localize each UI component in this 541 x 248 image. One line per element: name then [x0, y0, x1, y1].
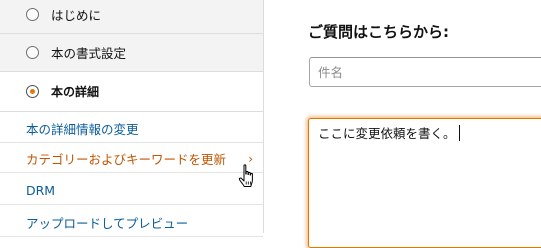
- radio-book-details[interactable]: [26, 85, 39, 98]
- link-update-categories-keywords[interactable]: カテゴリーおよびキーワードを更新 ›: [0, 144, 263, 173]
- page-title: ご質問はこちらから:: [308, 23, 449, 41]
- sidebar: はじめに 本の書式設定 本の詳細 本の詳細情報の変更 カテゴリーおよびキーワード…: [0, 0, 264, 237]
- subject-input[interactable]: [309, 57, 541, 87]
- step-label-book-details: 本の詳細: [51, 85, 100, 99]
- link-upload-preview[interactable]: アップロードしてプレビュー: [0, 208, 263, 237]
- message-text: ここに変更依頼を書く。: [318, 126, 456, 141]
- step-book-details[interactable]: 本の詳細: [0, 72, 263, 112]
- hand-pointer-cursor-icon: [238, 164, 253, 187]
- link-update-categories-keywords-label: カテゴリーおよびキーワードを更新: [26, 151, 227, 167]
- step-introduction[interactable]: はじめに: [0, 0, 263, 34]
- step-label-book-formatting: 本の書式設定: [51, 46, 127, 61]
- step-book-formatting[interactable]: 本の書式設定: [0, 34, 263, 72]
- main-panel: ご質問はこちらから: ここに変更依頼を書く。: [264, 0, 541, 248]
- link-change-book-details[interactable]: 本の詳細情報の変更: [0, 114, 263, 143]
- text-caret: [458, 125, 460, 141]
- step-label-introduction: はじめに: [51, 8, 102, 23]
- link-drm[interactable]: DRM: [0, 176, 263, 205]
- message-textarea[interactable]: ここに変更依頼を書く。: [308, 118, 541, 248]
- radio-book-formatting[interactable]: [26, 46, 39, 59]
- radio-introduction[interactable]: [26, 8, 39, 21]
